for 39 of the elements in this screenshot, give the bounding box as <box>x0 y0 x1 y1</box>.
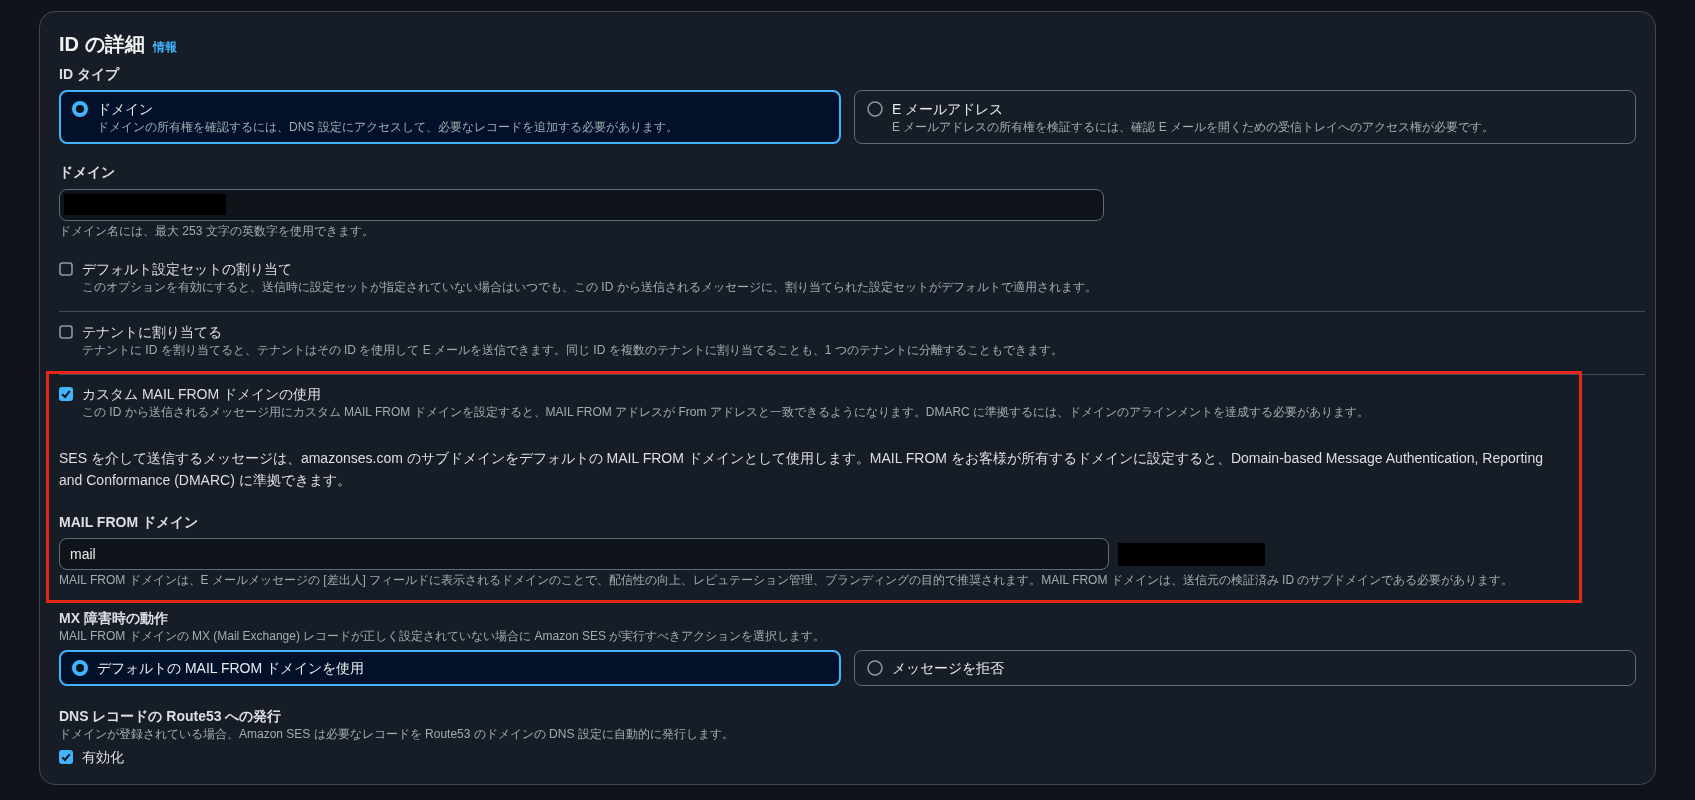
field-description: MAIL FROM ドメインの MX (Mail Exchange) レコードが正しく設定されていない場合に Amazon SES が実行すべきアクションを選択します。 <box>59 628 827 644</box>
radio-icon[interactable] <box>867 660 883 676</box>
checkbox-icon[interactable] <box>59 387 73 401</box>
option-label: ドメイン <box>97 100 154 119</box>
radio-tile[interactable]: E メールアドレス E メールアドレスの所有権を検証するには、確認 E メールを開くための受信トレイへのアクセス権が必要です。 <box>854 90 1636 144</box>
option-description: E メールアドレスの所有権を検証するには、確認 E メールを開くための受信トレイへのアクセス権が必要です。 <box>892 119 1494 135</box>
checkbox-description: テナントに ID を割り当てると、テナントはその ID を使用して E メールを送信できます。同じ ID を複数のテナントに割り当てることも、1 つのテナントに分離することもできます。 <box>82 342 1064 358</box>
option-label: デフォルトの MAIL FROM ドメインを使用 <box>97 659 365 678</box>
option-label: メッセージを拒否 <box>892 659 1004 678</box>
radio-icon[interactable] <box>72 660 88 676</box>
checkbox-label: デフォルト設定セットの割り当て <box>82 260 293 279</box>
section-title: ID の詳細 <box>59 32 145 57</box>
mail-from-input[interactable]: mail <box>59 538 1109 570</box>
checkbox-label: カスタム MAIL FROM ドメインの使用 <box>82 385 323 404</box>
field-label: MAIL FROM ドメイン <box>59 513 199 532</box>
radio-tile[interactable]: デフォルトの MAIL FROM ドメインを使用 <box>59 650 841 686</box>
field-label: MX 障害時の動作 <box>59 609 169 628</box>
hint-text: MAIL FROM ドメインは、E メールメッセージの [差出人] フィールドに表示されるドメインのことで、配信性の向上、レピュテーション管理、ブランディングの目的で推奨されます。MAIL FROM ドメインは、送信元の検証済み ID のサブドメインである必要があります。 <box>59 572 1515 588</box>
field-label: DNS レコードの Route53 への発行 <box>59 707 283 726</box>
radio-icon[interactable] <box>72 101 88 117</box>
domain-input[interactable] <box>59 189 1104 221</box>
hint-text: ドメイン名には、最大 253 文字の英数字を使用できます。 <box>59 223 375 239</box>
field-description: ドメインが登録されている場合、Amazon SES は必要なレコードを Route53 のドメインの DNS 設定に自動的に発行します。 <box>59 726 735 742</box>
checkbox-label: 有効化 <box>82 748 125 767</box>
option-label: E メールアドレス <box>892 100 1005 119</box>
checkbox-icon[interactable] <box>59 325 73 339</box>
info-link[interactable]: 情報 <box>152 39 177 56</box>
radio-icon[interactable] <box>867 101 883 117</box>
checkbox-description: このオプションを有効にすると、送信時に設定セットが指定されていない場合はいつでも、この ID から送信されるメッセージに、割り当てられた設定セットがデフォルトで適用されます。 <box>82 279 1098 295</box>
radio-tile[interactable]: メッセージを拒否 <box>854 650 1636 686</box>
checkbox-icon[interactable] <box>59 750 73 764</box>
option-description: ドメインの所有権を確認するには、DNS 設定にアクセスして、必要なレコードを追加する必要があります。 <box>97 119 678 135</box>
field-label: ドメイン <box>59 163 116 182</box>
checkbox-description: この ID から送信されるメッセージ用にカスタム MAIL FROM ドメインを設定すると、MAIL FROM アドレスが From アドレスと一致できるようになります。DMARC に準拠するには、ドメインのアラインメントを達成する必要があります。 <box>82 404 1371 420</box>
field-label: ID タイプ <box>59 65 121 84</box>
checkbox-icon[interactable] <box>59 262 73 276</box>
checkbox-label: テナントに割り当てる <box>82 323 223 342</box>
info-paragraph: SES を介して送信するメッセージは、amazonses.com のサブドメインをデフォルトの MAIL FROM ドメインとして使用します。MAIL FROM をお客様が所有するドメインに設定すると、Domain-based Message Authentication, Reporting and Conformance (DMARC) に準拠できます。 <box>59 449 1544 490</box>
radio-tile[interactable]: ドメイン ドメインの所有権を確認するには、DNS 設定にアクセスして、必要なレコードを追加する必要があります。 <box>59 90 841 144</box>
